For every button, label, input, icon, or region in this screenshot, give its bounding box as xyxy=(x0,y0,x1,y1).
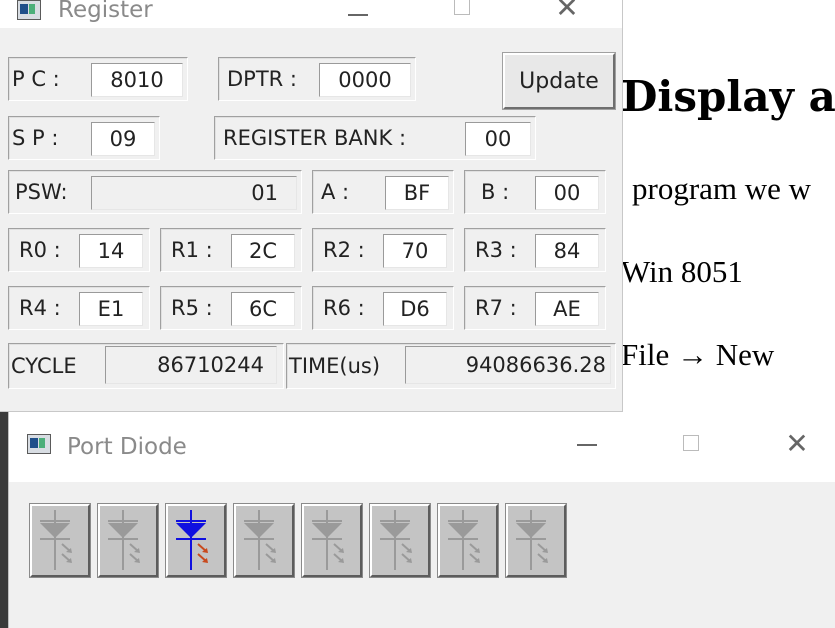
dptr-label: DPTR : xyxy=(227,67,298,91)
diode-4[interactable] xyxy=(301,503,363,578)
port-diode-titlebar[interactable]: Port Diode ✕ xyxy=(9,412,835,482)
diode-icon xyxy=(516,510,548,570)
r7-field: R7 : AE xyxy=(464,286,606,330)
r6-value[interactable]: D6 xyxy=(383,292,447,326)
r3-field: R3 : 84 xyxy=(464,228,606,272)
r0-field: R0 : 14 xyxy=(8,228,150,272)
r4-field: R4 : E1 xyxy=(8,286,150,330)
diode-icon xyxy=(380,510,412,570)
dptr-value[interactable]: 0000 xyxy=(319,63,411,97)
diode-icon xyxy=(312,510,344,570)
diode-icon xyxy=(176,510,208,570)
diode-icon xyxy=(448,510,480,570)
diode-icon xyxy=(40,510,72,570)
maximize-icon xyxy=(454,0,470,15)
diode-6[interactable] xyxy=(437,503,499,578)
cycle-field: CYCLE 86710244 xyxy=(8,343,284,389)
b-field: B : 00 xyxy=(464,170,606,214)
r3-label: R3 : xyxy=(475,238,517,262)
minimize-button[interactable] xyxy=(338,2,378,27)
r5-label: R5 : xyxy=(171,296,213,320)
minimize-button[interactable] xyxy=(567,432,607,457)
dptr-field: DPTR : 0000 xyxy=(218,57,416,101)
register-bank-value[interactable]: 00 xyxy=(465,122,531,156)
diode-1[interactable] xyxy=(97,503,159,578)
diode-icon xyxy=(244,510,276,570)
document-line: Win 8051 xyxy=(621,254,743,289)
pc-value[interactable]: 8010 xyxy=(91,63,183,97)
psw-label: PSW: xyxy=(15,180,68,204)
r6-field: R6 : D6 xyxy=(312,286,454,330)
a-value[interactable]: BF xyxy=(385,176,449,210)
document-line: File → New xyxy=(621,337,775,372)
sp-label: S P : xyxy=(12,126,59,150)
register-bank-field: REGISTER BANK : 00 xyxy=(214,116,536,160)
r7-value[interactable]: AE xyxy=(535,292,599,326)
psw-value: 01 xyxy=(91,176,297,210)
diode-5[interactable] xyxy=(369,503,431,578)
b-label: B : xyxy=(481,180,510,204)
close-icon: ✕ xyxy=(555,0,579,24)
diode-7[interactable] xyxy=(505,503,567,578)
document-line: program we w xyxy=(632,171,812,206)
minimize-icon xyxy=(348,14,368,16)
r5-value[interactable]: 6C xyxy=(231,292,295,326)
close-icon: ✕ xyxy=(785,427,809,460)
r3-value[interactable]: 84 xyxy=(535,234,599,268)
close-button[interactable]: ✕ xyxy=(777,430,817,459)
cycle-value: 86710244 xyxy=(105,346,277,384)
close-button[interactable]: ✕ xyxy=(547,0,587,23)
diode-icon xyxy=(108,510,140,570)
b-value[interactable]: 00 xyxy=(535,176,599,210)
app-icon xyxy=(27,434,51,454)
r2-value[interactable]: 70 xyxy=(383,234,447,268)
sp-field: S P : 09 xyxy=(8,116,160,160)
maximize-icon xyxy=(683,435,699,451)
time-label: TIME(us) xyxy=(289,354,381,378)
r2-field: R2 : 70 xyxy=(312,228,454,272)
a-field: A : BF xyxy=(312,170,454,214)
register-bank-label: REGISTER BANK : xyxy=(223,126,407,150)
time-field: TIME(us) 94086636.28 xyxy=(286,343,616,389)
r5-field: R5 : 6C xyxy=(160,286,302,330)
r1-field: R1 : 2C xyxy=(160,228,302,272)
document-heading: Display a xyxy=(621,72,835,121)
diode-3[interactable] xyxy=(233,503,295,578)
register-titlebar[interactable]: Register ✕ xyxy=(0,0,622,28)
r4-label: R4 : xyxy=(19,296,61,320)
diode-2[interactable] xyxy=(165,503,227,578)
r6-label: R6 : xyxy=(323,296,365,320)
r1-value[interactable]: 2C xyxy=(231,234,295,268)
maximize-button[interactable] xyxy=(442,0,482,21)
pc-label: P C : xyxy=(12,67,60,91)
r1-label: R1 : xyxy=(171,238,213,262)
window-title: Port Diode xyxy=(67,434,187,460)
r0-value[interactable]: 14 xyxy=(79,234,143,268)
maximize-button[interactable] xyxy=(671,432,711,457)
window-title: Register xyxy=(58,0,153,23)
r0-label: R0 : xyxy=(19,238,61,262)
time-value: 94086636.28 xyxy=(405,346,611,384)
register-window: Register ✕ P C : 8010 DPTR : 0000 Update… xyxy=(0,0,623,412)
cycle-label: CYCLE xyxy=(11,354,77,378)
update-button[interactable]: Update xyxy=(502,52,616,110)
a-label: A : xyxy=(321,180,350,204)
sp-value[interactable]: 09 xyxy=(91,122,155,156)
r2-label: R2 : xyxy=(323,238,365,262)
diode-0[interactable] xyxy=(29,503,91,578)
window-edge xyxy=(0,412,8,628)
pc-field: P C : 8010 xyxy=(8,57,188,101)
app-icon xyxy=(17,0,41,20)
r7-label: R7 : xyxy=(475,296,517,320)
r4-value[interactable]: E1 xyxy=(79,292,143,326)
psw-field: PSW: 01 xyxy=(8,170,302,214)
minimize-icon xyxy=(577,444,597,446)
